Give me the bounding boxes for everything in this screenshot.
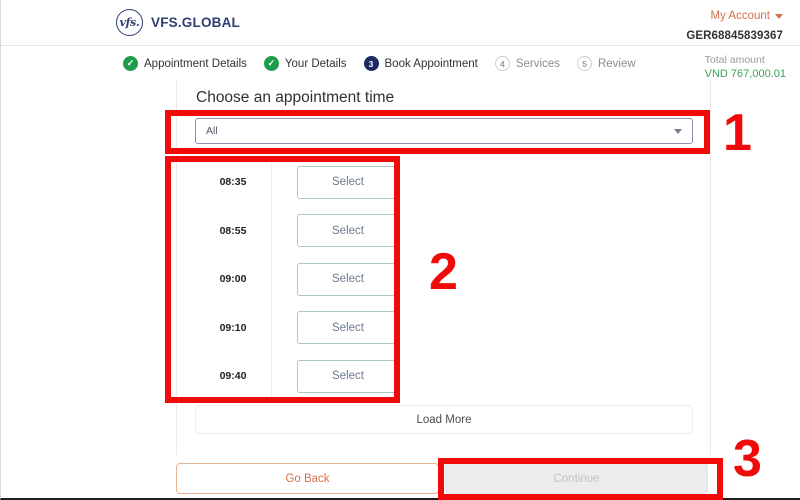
account-area: My Account GER68845839367	[686, 6, 783, 42]
column-divider	[271, 206, 272, 255]
chevron-down-icon	[775, 13, 783, 19]
annotation-number-3: 3	[733, 430, 762, 488]
time-slot-row: 08:35 Select	[195, 158, 693, 207]
vfs-circle-logo-icon: vfs.	[116, 9, 143, 36]
step-your-details[interactable]: ✓ Your Details	[263, 56, 347, 71]
column-divider	[271, 158, 272, 207]
time-slot-time: 09:10	[219, 321, 247, 334]
time-slot-row: 09:00 Select	[195, 255, 693, 304]
time-slot-row: 09:10 Select	[195, 303, 693, 352]
time-slot-time: 08:35	[219, 176, 247, 189]
step-badge-check-icon: ✓	[263, 56, 279, 71]
load-more-button[interactable]: Load More	[195, 405, 693, 434]
select-slot-button[interactable]: Select	[297, 359, 399, 393]
appointment-card: Choose an appointment time All 08:35 Sel…	[176, 80, 711, 455]
step-review[interactable]: 5 Review	[576, 56, 636, 71]
step-label: Book Appointment	[384, 57, 478, 70]
time-slot-time: 09:40	[219, 370, 247, 383]
select-slot-button[interactable]: Select	[297, 214, 399, 248]
progress-stepper: ✓ Appointment Details ✓ Your Details 3 B…	[123, 56, 636, 71]
column-divider	[271, 303, 272, 352]
column-divider	[271, 255, 272, 304]
time-slot-list: 08:35 Select 08:55 Select 09:00 Select 0…	[195, 158, 693, 401]
continue-button: Continue	[445, 463, 708, 494]
time-slot-time: 09:00	[219, 273, 247, 286]
page-root: vfs. VFS.GLOBAL My Account GER6884583936…	[0, 0, 800, 500]
step-services[interactable]: 4 Services	[494, 56, 560, 71]
step-badge-number: 4	[494, 56, 510, 71]
appointment-time-filter-select[interactable]: All	[195, 118, 693, 144]
step-badge-check-icon: ✓	[123, 56, 138, 71]
step-badge-number: 5	[576, 56, 592, 71]
time-slot-row: 08:55 Select	[195, 206, 693, 255]
step-badge-number: 3	[363, 56, 379, 71]
go-back-button[interactable]: Go Back	[176, 463, 439, 494]
page-title: Choose an appointment time	[196, 89, 395, 106]
step-appointment-details[interactable]: ✓ Appointment Details	[123, 56, 247, 71]
total-amount: Total amount VND 767,000.01	[705, 53, 786, 82]
annotation-number-1: 1	[723, 104, 752, 162]
total-amount-label: Total amount	[704, 54, 765, 66]
time-slot-time: 08:55	[219, 224, 247, 237]
reference-number: GER68845839367	[686, 30, 783, 42]
total-amount-value: VND 767,000.01	[704, 68, 786, 81]
my-account-menu[interactable]: My Account	[711, 10, 783, 22]
my-account-label: My Account	[710, 10, 770, 22]
brand-name: VFS.GLOBAL	[151, 15, 240, 30]
step-label: Services	[515, 57, 560, 70]
select-slot-button[interactable]: Select	[297, 165, 399, 199]
step-label: Appointment Details	[144, 57, 247, 70]
select-slot-button[interactable]: Select	[297, 262, 399, 296]
appointment-time-filter-value: All	[206, 125, 218, 137]
select-slot-button[interactable]: Select	[297, 311, 399, 345]
time-slot-row: 09:40 Select	[195, 352, 693, 401]
step-label: Your Details	[284, 57, 347, 70]
chevron-down-icon	[674, 128, 682, 134]
footer-actions: Go Back Continue	[176, 463, 711, 495]
step-label: Review	[597, 57, 636, 70]
brand-logo[interactable]: vfs. VFS.GLOBAL	[116, 9, 240, 36]
column-divider	[271, 352, 272, 401]
step-book-appointment[interactable]: 3 Book Appointment	[363, 56, 478, 71]
site-header: vfs. VFS.GLOBAL My Account GER6884583936…	[1, 0, 800, 46]
